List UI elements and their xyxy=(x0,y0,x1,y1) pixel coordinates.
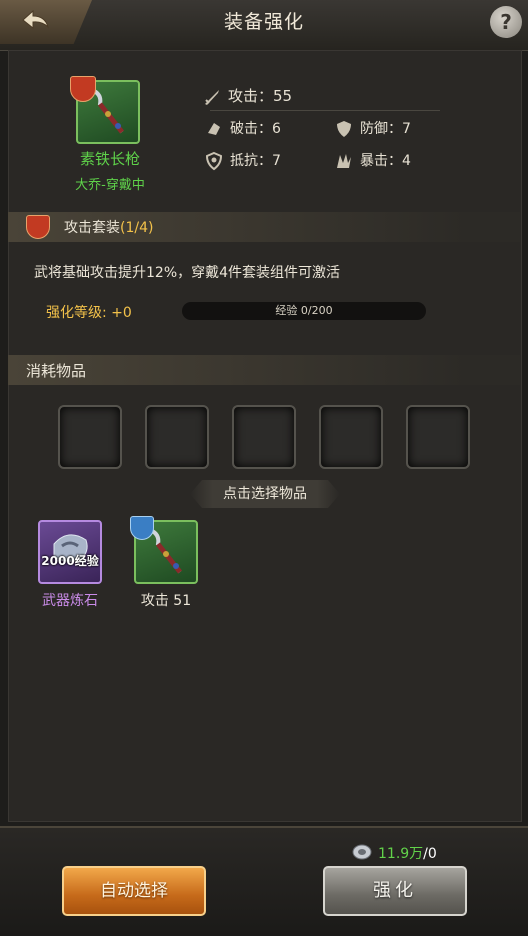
currency-cost: /0 xyxy=(423,846,437,862)
stat-defense: 防御：7 xyxy=(334,118,411,139)
help-button[interactable]: ? xyxy=(490,6,522,38)
currency-display: 11.9万/0 xyxy=(378,843,437,863)
enhance-level-label: 强化等级: +0 xyxy=(46,305,132,321)
stat-resist: 抵抗：7 xyxy=(204,150,281,171)
enhance-button[interactable]: 强化 xyxy=(323,866,467,916)
claw-icon xyxy=(337,154,351,168)
stat-divider xyxy=(210,110,440,111)
fist-icon xyxy=(208,123,220,135)
material-slot-4[interactable] xyxy=(319,405,383,469)
page-title: 装备强化 xyxy=(223,11,304,33)
material-slot-2[interactable] xyxy=(145,405,209,469)
currency-amount: 11.9万 xyxy=(378,846,424,862)
stat-attack: 攻击：55 xyxy=(202,85,292,107)
stat-pierce: 破击：6 xyxy=(204,118,281,139)
sword-badge-icon xyxy=(70,76,96,102)
stat-crit: 暴击：4 xyxy=(334,150,411,171)
set-bonus-progress: (1/4) xyxy=(120,220,154,236)
choose-item-hint[interactable]: 点击选择物品 xyxy=(190,480,340,508)
auto-select-button[interactable]: 自动选择 xyxy=(62,866,206,916)
stone-name: 武器炼石 xyxy=(42,593,98,609)
silver-coin-icon xyxy=(352,844,372,860)
material-slot-5[interactable] xyxy=(406,405,470,469)
consume-title: 消耗物品 xyxy=(26,362,87,380)
set-bonus-description: 武将基础攻击提升12%，穿戴4件套装组件可激活 xyxy=(34,265,341,281)
stone-exp-overlay: 2000经验 xyxy=(41,554,99,568)
equipment-name: 素铁长枪 xyxy=(79,150,140,168)
fleur-badge-icon xyxy=(130,516,154,540)
material-slot-3[interactable] xyxy=(232,405,296,469)
shield-icon xyxy=(337,121,351,137)
set-sword-icon xyxy=(26,215,50,239)
exp-progress-bar: 经验 0/200 xyxy=(182,302,426,320)
resist-shield-icon xyxy=(205,151,223,171)
spear-item-name: 攻击 51 xyxy=(140,593,192,609)
set-bonus-title: 攻击套装(1/4) xyxy=(64,220,154,236)
sword-icon xyxy=(205,89,219,105)
material-slot-1[interactable] xyxy=(58,405,122,469)
equipment-owner: 大乔-穿戴中 xyxy=(75,178,145,193)
